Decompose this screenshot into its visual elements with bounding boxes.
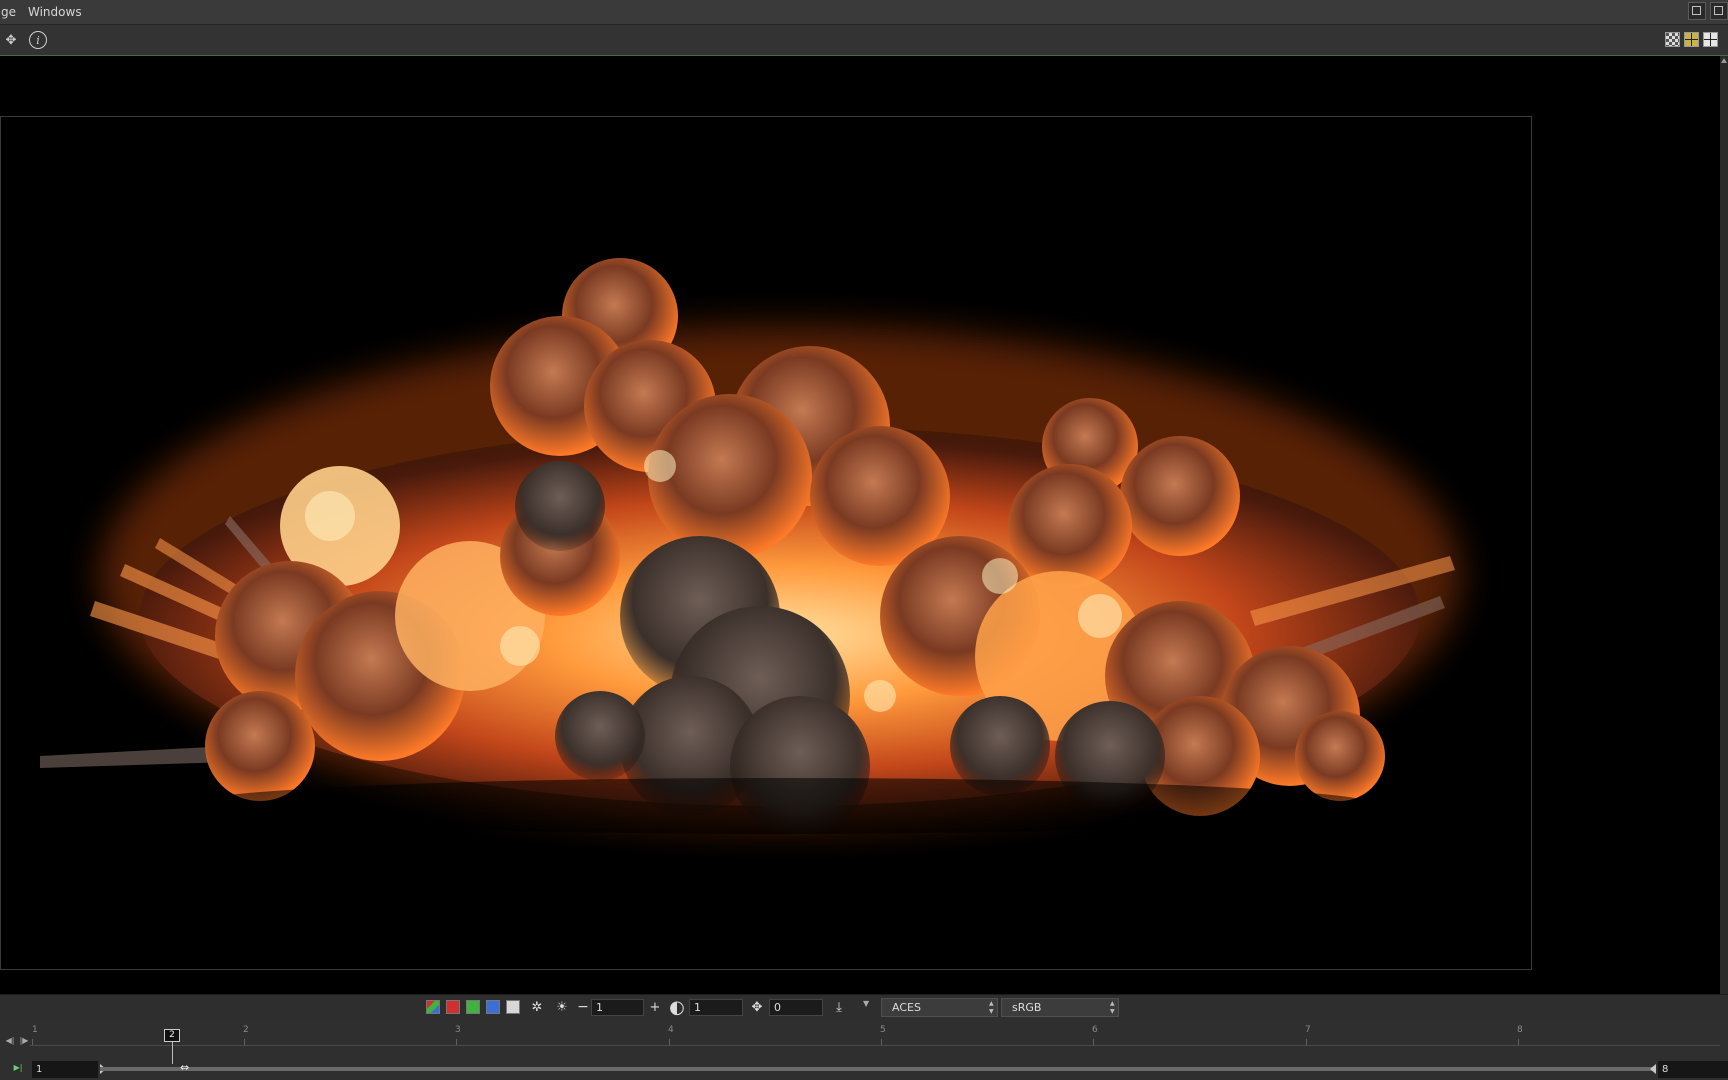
dropdown-arrow-icon[interactable]: ▼: [863, 999, 869, 1008]
viewer-toolbar: ✥ i: [0, 25, 1728, 56]
offset-field[interactable]: 0: [769, 999, 823, 1016]
gamma-field[interactable]: 1: [689, 999, 743, 1016]
tick-label: 8: [1517, 1025, 1523, 1035]
quad-view-icon[interactable]: [1703, 32, 1718, 47]
tick-label: 3: [455, 1025, 461, 1035]
exposure-increase-icon[interactable]: +: [646, 998, 664, 1016]
view-transform-select[interactable]: sRGB: [1001, 998, 1119, 1017]
exposure-field[interactable]: 1: [591, 999, 644, 1016]
tick-label: 4: [668, 1025, 674, 1035]
timeline-ruler[interactable]: 1 2 3 4 5 6 7 8: [30, 1019, 1720, 1045]
menubar: ge Windows: [0, 0, 1728, 25]
tick-label: 2: [243, 1025, 249, 1035]
display-colorspace-select[interactable]: ACES: [881, 998, 998, 1017]
tick-label: 6: [1092, 1025, 1098, 1035]
step-forward-icon[interactable]: |▶: [18, 1033, 30, 1047]
restore-icon[interactable]: [1688, 2, 1706, 20]
playhead[interactable]: [172, 1042, 173, 1064]
resize-cursor-icon: ⇔: [180, 1061, 190, 1074]
exposure-icon[interactable]: ☀: [553, 998, 571, 1016]
range-slider-track[interactable]: [100, 1067, 1656, 1071]
range-start-field[interactable]: 1: [32, 1061, 98, 1078]
menu-item-image[interactable]: ge: [0, 5, 22, 19]
layout-toggles: [1665, 32, 1718, 47]
explosion-render: [40, 258, 1460, 836]
offset-icon[interactable]: ✥: [748, 998, 766, 1016]
info-icon[interactable]: i: [29, 31, 47, 49]
range-end-handle[interactable]: [1650, 1064, 1656, 1074]
green-channel-icon[interactable]: [466, 1000, 480, 1014]
rgb-channel-icon[interactable]: [426, 1000, 440, 1014]
current-frame-marker[interactable]: 2: [164, 1029, 180, 1042]
viewport-scrollbar[interactable]: [1720, 56, 1728, 994]
maximize-icon[interactable]: [1710, 2, 1728, 20]
checkerboard-icon[interactable]: [1665, 32, 1680, 47]
timeline[interactable]: ◀| |▶ ▶| 1 2 3 4 5 6 7 8 2 1 8: [0, 1019, 1728, 1080]
menu-item-windows[interactable]: Windows: [22, 5, 88, 19]
lut-toggle-icon[interactable]: ⤓: [828, 998, 850, 1016]
tick-label: 7: [1305, 1025, 1311, 1035]
blue-channel-icon[interactable]: [486, 1000, 500, 1014]
step-back-icon[interactable]: ◀|: [4, 1033, 16, 1047]
play-icon[interactable]: ▶|: [12, 1060, 24, 1074]
exposure-decrease-icon[interactable]: −: [574, 998, 592, 1016]
display-controls-bar: ✲ ☀ − 1 + ◐ 1 ✥ 0 ⤓ ▼ ACES sRGB: [0, 995, 1728, 1019]
tick-label: 1: [32, 1025, 38, 1035]
split-view-icon[interactable]: [1684, 32, 1699, 47]
pan-move-icon[interactable]: ✥: [2, 31, 20, 49]
tick-label: 5: [880, 1025, 886, 1035]
range-end-field[interactable]: 8: [1658, 1061, 1728, 1078]
alpha-channel-icon[interactable]: [506, 1000, 520, 1014]
ruler-baseline: [30, 1045, 1720, 1046]
image-viewport[interactable]: [0, 56, 1720, 994]
red-channel-icon[interactable]: [446, 1000, 460, 1014]
gamma-icon[interactable]: ◐: [668, 997, 686, 1018]
exposure-auto-icon[interactable]: ✲: [528, 998, 546, 1016]
window-controls: [1688, 2, 1728, 20]
